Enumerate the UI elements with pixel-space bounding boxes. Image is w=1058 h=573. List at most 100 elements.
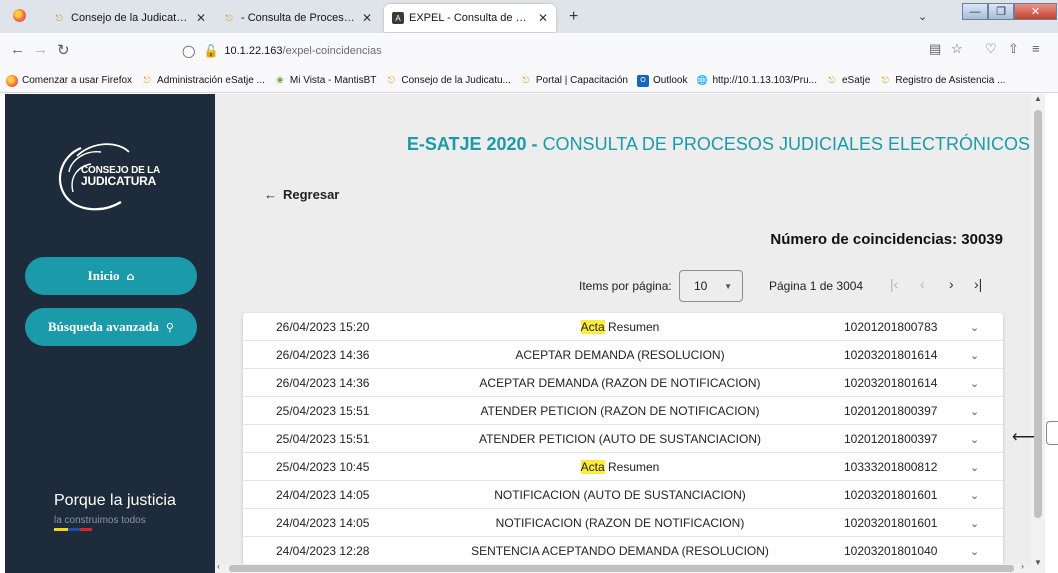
- reload-icon[interactable]: ↻: [57, 41, 70, 59]
- row-process-number: 10333201800812: [844, 460, 938, 474]
- url-host: 10.1.22.163: [224, 45, 283, 57]
- inicio-label: Inicio: [87, 268, 120, 283]
- items-per-page-value: 10: [694, 279, 708, 293]
- row-date: 24/04/2023 14:05: [276, 516, 370, 530]
- vertical-scroll-thumb[interactable]: [1034, 110, 1042, 518]
- close-tab-icon[interactable]: ✕: [538, 11, 548, 25]
- bookmark-item[interactable]: ⎋ Administración eSatje ...: [141, 75, 264, 87]
- inicio-button[interactable]: Inicio ⌂: [25, 257, 197, 295]
- angular-icon: A: [392, 12, 404, 24]
- regresar-button[interactable]: ← Regresar: [264, 187, 339, 202]
- window-controls: — ❐ ✕: [962, 3, 1057, 20]
- expand-chevron-icon[interactable]: ⌄: [970, 461, 979, 474]
- table-row[interactable]: 26/04/2023 14:36 ACEPTAR DEMANDA (RAZON …: [243, 369, 1003, 397]
- cj-icon: ⎋: [881, 75, 889, 85]
- expand-chevron-icon[interactable]: ⌄: [970, 517, 979, 530]
- horizontal-scroll-thumb[interactable]: [229, 565, 1014, 572]
- bookmark-item[interactable]: ❀ Mi Vista - MantisBT: [274, 75, 376, 87]
- row-description: Acta Resumen: [430, 460, 810, 474]
- table-row[interactable]: 25/04/2023 15:51 ATENDER PETICION (RAZON…: [243, 397, 1003, 425]
- bookmark-star-icon[interactable]: ☆: [951, 41, 963, 57]
- side-drawer-tab[interactable]: [1046, 421, 1058, 445]
- back-arrow-icon[interactable]: ←: [10, 41, 25, 58]
- bookmark-item[interactable]: 🌐 http://10.1.13.103/Pru...: [696, 75, 817, 87]
- row-date: 25/04/2023 15:51: [276, 432, 370, 446]
- row-description: ATENDER PETICION (AUTO DE SUSTANCIACION): [478, 432, 762, 446]
- expand-chevron-icon[interactable]: ⌄: [970, 349, 979, 362]
- scroll-down-icon[interactable]: ▼: [1034, 558, 1042, 567]
- navigation-bar: ← → ↻ ◯ 🔓 10.1.22.163/expel-coincidencia…: [0, 33, 1058, 69]
- items-per-page-select[interactable]: 10 ▼: [679, 270, 743, 302]
- firefox-icon: [6, 74, 18, 87]
- busqueda-avanzada-button[interactable]: Búsqueda avanzada ⚲: [25, 308, 197, 346]
- previous-page-button[interactable]: ‹: [920, 276, 925, 292]
- first-page-button[interactable]: |‹: [890, 276, 898, 292]
- menu-icon[interactable]: ≡: [1032, 41, 1040, 56]
- maximize-button[interactable]: ❐: [988, 3, 1014, 20]
- tab-consejo-judicatura[interactable]: ⎋ Consejo de la Judicatura | Cons ✕: [44, 4, 214, 32]
- extensions-icon[interactable]: ⇧: [1008, 41, 1019, 57]
- bookmark-item[interactable]: ⎋ Portal | Capacitación: [520, 75, 628, 87]
- row-process-number: 10203201801601: [844, 516, 938, 530]
- vertical-scrollbar[interactable]: ▲ ▼: [1031, 94, 1045, 573]
- list-tabs-icon[interactable]: ⌄: [918, 10, 927, 23]
- close-tab-icon[interactable]: ✕: [196, 11, 206, 25]
- url-bar[interactable]: ◯ 🔓 10.1.22.163/expel-coincidencias: [182, 38, 882, 64]
- bookmark-item[interactable]: ⎋ Consejo de la Judicatu...: [385, 75, 511, 87]
- outlook-icon: O: [636, 74, 649, 87]
- bookmark-item[interactable]: O Outlook: [636, 74, 688, 87]
- reader-view-icon[interactable]: ▤: [929, 41, 941, 57]
- scroll-right-icon[interactable]: ›: [1021, 561, 1024, 571]
- bookmark-label: Registro de Asistencia ...: [895, 75, 1006, 86]
- tab-expel[interactable]: A EXPEL - Consulta de procesos ✕: [384, 4, 556, 32]
- expand-chevron-icon[interactable]: ⌄: [970, 433, 979, 446]
- table-row[interactable]: 26/04/2023 15:20 Acta Resumen 1020120180…: [243, 313, 1003, 341]
- next-page-button[interactable]: ›: [949, 276, 954, 292]
- bookmark-label: Portal | Capacitación: [535, 75, 628, 86]
- new-tab-button[interactable]: +: [569, 8, 578, 26]
- scroll-left-icon[interactable]: ‹: [217, 561, 220, 571]
- pocket-icon[interactable]: ♡: [985, 41, 997, 57]
- tab-consulta-procesos[interactable]: ⎋ - Consulta de Procesos - eSATJE ✕: [214, 4, 380, 32]
- logo-text: CONSEJO DE LA JUDICATURA: [81, 166, 160, 188]
- close-window-button[interactable]: ✕: [1014, 3, 1057, 20]
- tab-title: EXPEL - Consulta de procesos: [409, 12, 532, 24]
- bookmark-label: Outlook: [652, 75, 688, 86]
- firefox-icon[interactable]: [13, 9, 26, 22]
- last-page-button[interactable]: ›|: [974, 276, 982, 292]
- forward-arrow-icon[interactable]: →: [33, 41, 48, 58]
- row-date: 24/04/2023 14:05: [276, 488, 370, 502]
- table-row[interactable]: 24/04/2023 14:05 NOTIFICACION (RAZON DE …: [243, 509, 1003, 537]
- flag-yellow: [54, 528, 68, 531]
- expand-chevron-icon[interactable]: ⌄: [970, 377, 979, 390]
- horizontal-scrollbar[interactable]: ‹ ›: [215, 561, 1031, 573]
- expand-chevron-icon[interactable]: ⌄: [970, 405, 979, 418]
- close-tab-icon[interactable]: ✕: [362, 11, 372, 25]
- row-description: Acta Resumen: [430, 320, 810, 334]
- table-row[interactable]: 24/04/2023 12:28 SENTENCIA ACEPTANDO DEM…: [243, 537, 1003, 564]
- globe-icon: 🌐: [696, 75, 709, 85]
- bookmark-item[interactable]: ⎋ Registro de Asistencia ...: [879, 75, 1006, 87]
- row-date: 26/04/2023 15:20: [276, 320, 370, 334]
- scroll-up-icon[interactable]: ▲: [1034, 94, 1042, 103]
- table-row[interactable]: 25/04/2023 15:51 ATENDER PETICION (AUTO …: [243, 425, 1003, 453]
- minimize-button[interactable]: —: [962, 3, 988, 20]
- table-row[interactable]: 25/04/2023 10:45 Acta Resumen 1033320180…: [243, 453, 1003, 481]
- row-process-number: 10201201800783: [844, 320, 938, 334]
- cj-icon: ⎋: [143, 75, 151, 85]
- insecure-lock-icon[interactable]: 🔓: [203, 44, 218, 58]
- expand-chevron-icon[interactable]: ⌄: [970, 489, 979, 502]
- home-icon: ⌂: [126, 269, 135, 283]
- bookmark-item[interactable]: ⎋ eSatje: [826, 75, 870, 87]
- url-path: /expel-coincidencias: [282, 45, 382, 57]
- bookmark-item[interactable]: Comenzar a usar Firefox: [6, 74, 132, 87]
- shield-icon[interactable]: ◯: [182, 44, 195, 58]
- row-date: 26/04/2023 14:36: [276, 376, 370, 390]
- cj-icon: ⎋: [387, 75, 395, 85]
- expand-chevron-icon[interactable]: ⌄: [970, 321, 979, 334]
- table-row[interactable]: 24/04/2023 14:05 NOTIFICACION (AUTO DE S…: [243, 481, 1003, 509]
- expand-chevron-icon[interactable]: ⌄: [970, 545, 979, 558]
- slogan: Porque la justicia: [54, 492, 176, 509]
- table-row[interactable]: 26/04/2023 14:36 ACEPTAR DEMANDA (RESOLU…: [243, 341, 1003, 369]
- bookmark-label: eSatje: [841, 75, 871, 86]
